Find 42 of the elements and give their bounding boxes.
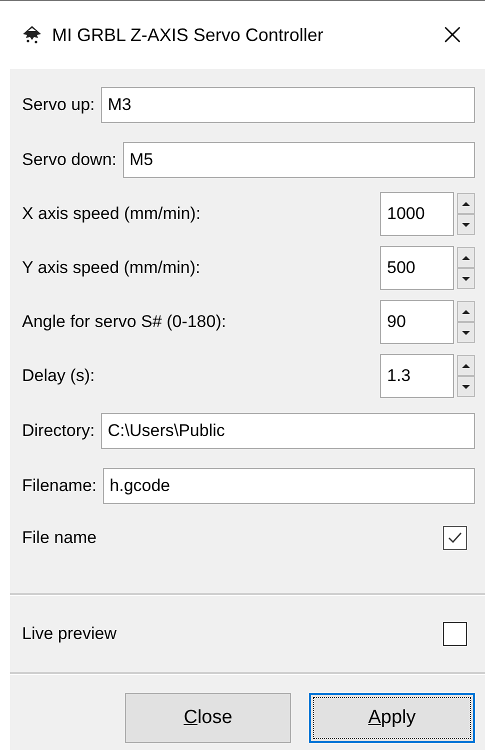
field-label: Live preview bbox=[22, 624, 116, 644]
spin-field[interactable]: 1.3 bbox=[380, 354, 454, 398]
spin-field[interactable]: 90 bbox=[380, 300, 454, 344]
field-label: Delay (s): bbox=[22, 366, 95, 386]
spin-up-button[interactable] bbox=[457, 301, 475, 322]
checkbox[interactable] bbox=[443, 622, 467, 646]
field-label: Servo down: bbox=[22, 150, 116, 170]
spin-up-button[interactable] bbox=[457, 355, 475, 376]
field-label: X axis speed (mm/min): bbox=[22, 204, 201, 224]
field-label: Directory: bbox=[22, 420, 95, 440]
dialog-button[interactable]: Close bbox=[125, 693, 291, 743]
input-field[interactable]: C:\Users\Public bbox=[100, 412, 475, 448]
window-title: MI GRBL Z-AXIS Servo Controller bbox=[52, 24, 324, 46]
spin-down-button[interactable] bbox=[457, 214, 475, 235]
triangle-up-icon bbox=[461, 254, 471, 260]
check-icon bbox=[447, 530, 463, 546]
field-label: Servo up: bbox=[22, 94, 95, 114]
triangle-down-icon bbox=[461, 276, 471, 282]
spin-up-button[interactable] bbox=[457, 247, 475, 268]
spin-up-button[interactable] bbox=[457, 193, 475, 214]
input-field[interactable]: h.gcode bbox=[102, 468, 475, 504]
input-field[interactable]: M3 bbox=[100, 86, 475, 122]
checkbox[interactable] bbox=[443, 526, 467, 550]
field-label: Angle for servo S# (0-180): bbox=[22, 312, 226, 332]
triangle-up-icon bbox=[461, 362, 471, 368]
input-field[interactable]: M5 bbox=[122, 142, 475, 178]
spin-down-button[interactable] bbox=[457, 322, 475, 343]
spin-field[interactable]: 500 bbox=[380, 246, 454, 290]
triangle-down-icon bbox=[461, 222, 471, 228]
field-label: Filename: bbox=[22, 476, 97, 496]
field-label: Y axis speed (mm/min): bbox=[22, 258, 200, 278]
ink-drop-icon bbox=[22, 25, 42, 45]
dialog-button[interactable]: Apply bbox=[309, 693, 475, 743]
close-button[interactable]: × bbox=[426, 20, 479, 50]
spin-down-button[interactable] bbox=[457, 268, 475, 289]
spin-down-button[interactable] bbox=[457, 376, 475, 397]
field-label: File name bbox=[22, 528, 97, 548]
triangle-down-icon bbox=[461, 384, 471, 390]
triangle-down-icon bbox=[461, 330, 471, 336]
spin-field[interactable]: 1000 bbox=[380, 192, 454, 236]
triangle-up-icon bbox=[461, 200, 471, 206]
triangle-up-icon bbox=[461, 308, 471, 314]
